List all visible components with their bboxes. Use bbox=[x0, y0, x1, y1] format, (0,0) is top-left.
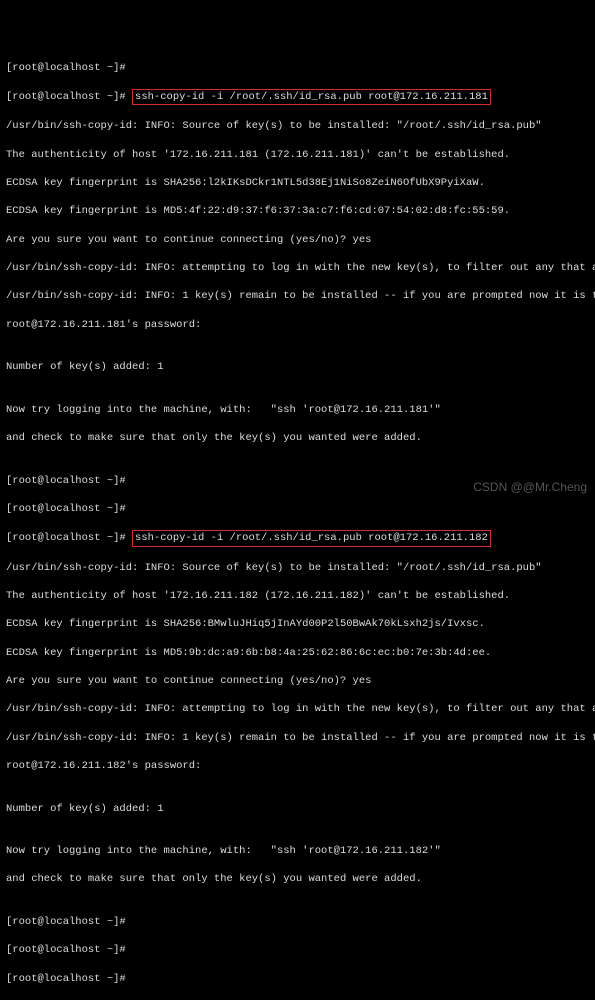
terminal-line: and check to make sure that only the key… bbox=[6, 431, 589, 445]
terminal-line: The authenticity of host '172.16.211.181… bbox=[6, 148, 589, 162]
terminal-line: [root@localhost ~]# bbox=[6, 61, 589, 75]
terminal-line: [root@localhost ~]# bbox=[6, 502, 589, 516]
terminal-line: Now try logging into the machine, with: … bbox=[6, 403, 589, 417]
watermark: CSDN @@Mr.Cheng bbox=[473, 479, 587, 495]
terminal-line: /usr/bin/ssh-copy-id: INFO: 1 key(s) rem… bbox=[6, 731, 589, 745]
terminal-line: [root@localhost ~]# bbox=[6, 943, 589, 957]
terminal-line: and check to make sure that only the key… bbox=[6, 872, 589, 886]
terminal-line: Number of key(s) added: 1 bbox=[6, 360, 589, 374]
terminal-line: /usr/bin/ssh-copy-id: INFO: attempting t… bbox=[6, 261, 589, 275]
terminal-line: [root@localhost ~]# ssh-copy-id -i /root… bbox=[6, 530, 589, 546]
terminal-line: Number of key(s) added: 1 bbox=[6, 802, 589, 816]
terminal-line: ECDSA key fingerprint is MD5:9b:dc:a9:6b… bbox=[6, 646, 589, 660]
terminal-line: /usr/bin/ssh-copy-id: INFO: 1 key(s) rem… bbox=[6, 289, 589, 303]
terminal-line: [root@localhost ~]# bbox=[6, 915, 589, 929]
terminal-line: Are you sure you want to continue connec… bbox=[6, 674, 589, 688]
terminal-line: Are you sure you want to continue connec… bbox=[6, 233, 589, 247]
terminal-line: [root@localhost ~]# bbox=[6, 972, 589, 986]
command-highlight: ssh-copy-id -i /root/.ssh/id_rsa.pub roo… bbox=[132, 89, 491, 105]
terminal-line: /usr/bin/ssh-copy-id: INFO: Source of ke… bbox=[6, 561, 589, 575]
terminal-line: ECDSA key fingerprint is SHA256:l2kIKsDC… bbox=[6, 176, 589, 190]
terminal-line: root@172.16.211.182's password: bbox=[6, 759, 589, 773]
terminal-line: ECDSA key fingerprint is MD5:4f:22:d9:37… bbox=[6, 204, 589, 218]
prompt: [root@localhost ~]# bbox=[6, 91, 132, 103]
terminal-line: root@172.16.211.181's password: bbox=[6, 318, 589, 332]
terminal-line: /usr/bin/ssh-copy-id: INFO: attempting t… bbox=[6, 702, 589, 716]
prompt: [root@localhost ~]# bbox=[6, 532, 132, 544]
terminal-line: The authenticity of host '172.16.211.182… bbox=[6, 589, 589, 603]
terminal-line: ECDSA key fingerprint is SHA256:BMwluJHi… bbox=[6, 617, 589, 631]
terminal-line: /usr/bin/ssh-copy-id: INFO: Source of ke… bbox=[6, 119, 589, 133]
command-highlight: ssh-copy-id -i /root/.ssh/id_rsa.pub roo… bbox=[132, 530, 491, 546]
terminal-line: [root@localhost ~]# ssh-copy-id -i /root… bbox=[6, 89, 589, 105]
terminal-line: Now try logging into the machine, with: … bbox=[6, 844, 589, 858]
